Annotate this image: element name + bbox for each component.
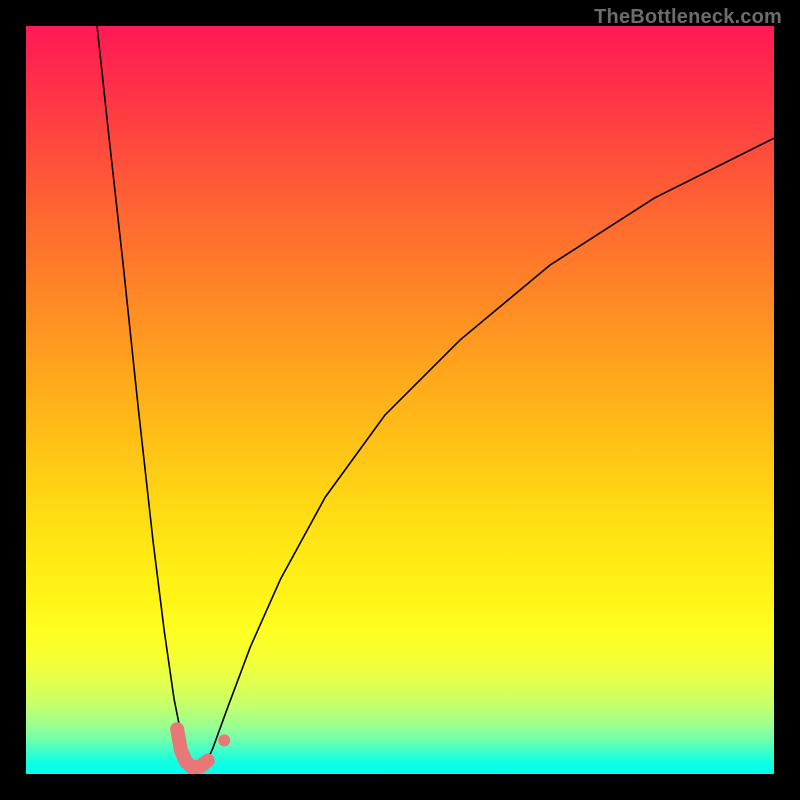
highlight-l-shape <box>177 729 208 767</box>
curve-left-branch <box>97 26 195 771</box>
chart-frame: TheBottleneck.com <box>0 0 800 800</box>
curve-right-branch <box>201 138 774 771</box>
highlight-dot <box>218 734 230 746</box>
chart-svg <box>26 26 774 774</box>
watermark-text: TheBottleneck.com <box>594 6 782 29</box>
plot-area <box>26 26 774 774</box>
